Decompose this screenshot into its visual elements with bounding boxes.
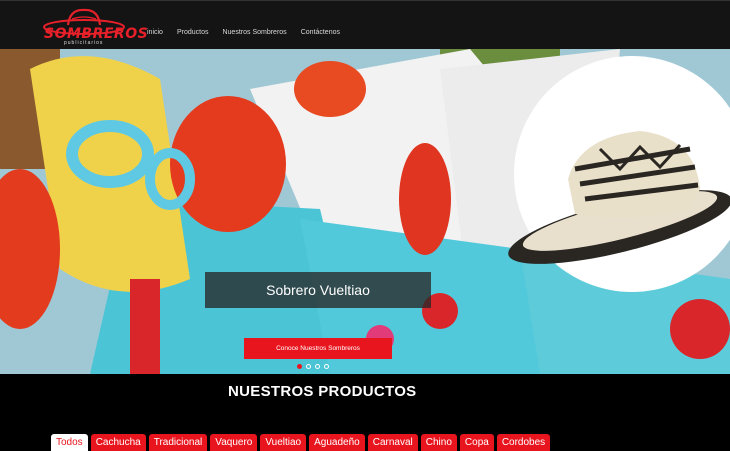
hero-slider[interactable]: Sobrero Vueltiao Conoce Nuestros Sombrer… [0,49,730,374]
hero-carnival-image [0,49,730,374]
filter-tab-tradicional[interactable]: Tradicional [148,434,208,451]
slide-caption: Sobrero Vueltiao [205,272,431,308]
slider-dot-2[interactable] [306,364,311,369]
filter-tab-carnaval[interactable]: Carnaval [367,434,418,451]
nav-item-productos[interactable]: Productos [177,29,209,36]
filter-tab-cachucha[interactable]: Cachucha [90,434,146,451]
filter-tab-cordobes[interactable]: Cordobes [496,434,551,451]
filter-tab-chino[interactable]: Chino [420,434,457,451]
products-heading: NUESTROS PRODUCTOS [228,383,417,400]
site-logo[interactable]: SOMBREROS publicitarios [40,5,148,47]
nav-item-nuestros-sombreros[interactable]: Nuestros Sombreros [222,29,286,36]
filter-tab-todos[interactable]: Todos [51,434,88,451]
filter-tab-copa[interactable]: Copa [459,434,494,451]
top-navbar: SOMBREROS publicitarios inicio Productos… [0,0,730,49]
slider-dot-1[interactable] [297,364,302,369]
slider-dot-3[interactable] [315,364,320,369]
nav-item-inicio[interactable]: inicio [147,29,163,36]
logo-tagline: publicitarios [64,40,104,46]
main-nav: inicio Productos Nuestros Sombreros Cont… [147,29,354,36]
conoce-sombreros-button[interactable]: Conoce Nuestros Sombreros [244,338,392,359]
nav-item-contactenos[interactable]: Contáctenos [301,29,340,36]
filter-tab-vueltiao[interactable]: Vueltiao [260,434,307,451]
filter-tab-vaquero[interactable]: Vaquero [210,434,258,451]
slider-pagination [297,364,329,369]
slider-dot-4[interactable] [324,364,329,369]
filter-tab-aguadeno[interactable]: Aguadeño [309,434,365,451]
product-filter-tabs: Todos Cachucha Tradicional Vaquero Vuelt… [51,434,551,451]
